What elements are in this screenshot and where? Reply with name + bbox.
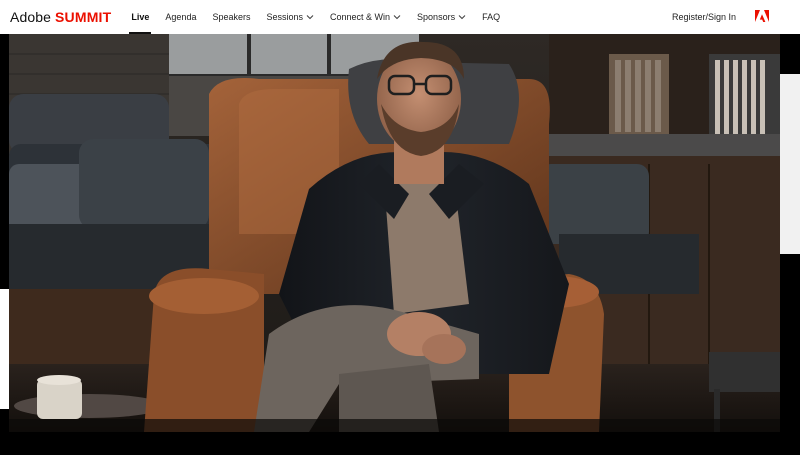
chevron-down-icon <box>393 15 401 20</box>
nav-item-label: Sponsors <box>417 12 456 22</box>
video-frame <box>9 34 780 432</box>
nav-item-label: FAQ <box>482 12 501 22</box>
nav-item-label: Agenda <box>165 12 197 22</box>
register-signin-link[interactable]: Register/Sign In <box>672 12 736 22</box>
chevron-down-icon <box>458 15 466 20</box>
video-player[interactable] <box>9 34 780 432</box>
nav-item-sponsors[interactable]: Sponsors <box>409 0 474 34</box>
brand-logo[interactable]: Adobe SUMMIT <box>10 9 111 25</box>
chevron-down-icon <box>306 15 314 20</box>
nav-item-faq[interactable]: FAQ <box>474 0 508 34</box>
nav-item-label: Sessions <box>266 12 304 22</box>
live-stage <box>0 34 800 455</box>
nav-item-label: Speakers <box>212 12 251 22</box>
page-edge <box>0 289 9 409</box>
nav-item-speakers[interactable]: Speakers <box>204 0 258 34</box>
nav-item-label: Connect & Win <box>330 12 391 22</box>
brand-name-adobe: Adobe <box>10 9 51 25</box>
page-edge <box>780 74 800 254</box>
video-bottom-bar <box>0 432 800 455</box>
nav-item-agenda[interactable]: Agenda <box>157 0 204 34</box>
main-nav: Live Agenda Speakers Sessions Connect & … <box>123 0 508 34</box>
adobe-logo-icon[interactable] <box>754 9 770 25</box>
nav-item-live[interactable]: Live <box>123 0 157 34</box>
nav-item-connect-win[interactable]: Connect & Win <box>322 0 409 34</box>
nav-item-sessions[interactable]: Sessions <box>258 0 322 34</box>
top-navigation: Adobe SUMMIT Live Agenda Speakers Sessio… <box>0 0 800 34</box>
brand-name-summit: SUMMIT <box>54 9 112 25</box>
nav-item-label: Live <box>131 12 150 22</box>
nav-right: Register/Sign In <box>672 9 790 25</box>
